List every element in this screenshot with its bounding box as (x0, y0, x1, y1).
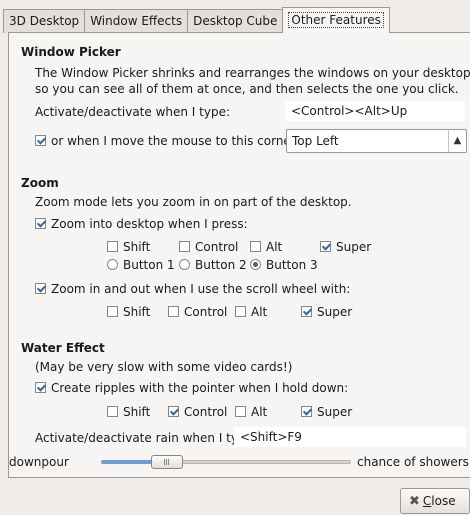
ripples-label: Create ripples with the pointer when I h… (51, 381, 349, 395)
water-alt-label: Alt (251, 405, 268, 419)
rain-activate-label: Activate/deactivate rain when I type: (35, 431, 258, 445)
scroll-alt-label: Alt (251, 305, 268, 319)
ripples-check[interactable] (35, 382, 46, 393)
zoom-button3-radio[interactable]: Button 3 (250, 258, 318, 272)
zoom-alt-checkbox[interactable]: Alt (250, 240, 282, 254)
zoom-alt-label: Alt (266, 240, 283, 254)
zoom-control-label: Control (195, 240, 239, 254)
water-super-check[interactable] (301, 406, 312, 417)
zoom-button1-label: Button 1 (123, 258, 175, 272)
zoom-title: Zoom (21, 176, 59, 190)
tab-other-features-label: Other Features (288, 12, 384, 28)
zoom-button2-radio[interactable]: Button 2 (179, 258, 247, 272)
rain-slider-handle[interactable] (151, 455, 183, 469)
water-super-checkbox[interactable]: Super (301, 405, 352, 419)
mouse-corner-checkbox[interactable]: or when I move the mouse to this corner: (35, 134, 300, 148)
water-effect-note: (May be very slow with some video cards!… (35, 360, 293, 374)
scroll-super-label: Super (317, 305, 353, 319)
zoom-shift-checkbox[interactable]: Shift (107, 240, 150, 254)
scroll-shift-checkbox[interactable]: Shift (107, 305, 150, 319)
zoom-into-label: Zoom into desktop when I press: (51, 217, 248, 231)
corner-select-value: Top Left (292, 134, 339, 148)
window-picker-title: Window Picker (21, 45, 121, 59)
zoom-super-check[interactable] (320, 241, 331, 252)
close-button-label: Close (423, 494, 456, 508)
zoom-button3-label: Button 3 (266, 258, 318, 272)
water-shift-label: Shift (123, 405, 151, 419)
tab-other-features[interactable]: Other Features (282, 7, 390, 33)
water-effect-title: Water Effect (21, 341, 105, 355)
zoom-scroll-check[interactable] (35, 283, 46, 294)
water-alt-check[interactable] (235, 406, 246, 417)
water-alt-checkbox[interactable]: Alt (235, 405, 267, 419)
tab-bar: 3D Desktop Window Effects Desktop Cube O… (3, 7, 390, 33)
updown-arrows-icon: ▲ (448, 130, 466, 152)
scroll-super-checkbox[interactable]: Super (301, 305, 352, 319)
zoom-button2-label: Button 2 (195, 258, 247, 272)
window-picker-desc-line1: The Window Picker shrinks and rearranges… (35, 66, 470, 80)
zoom-control-checkbox[interactable]: Control (179, 240, 238, 254)
zoom-shift-label: Shift (123, 240, 151, 254)
scroll-control-checkbox[interactable]: Control (168, 305, 227, 319)
window-picker-activate-label: Activate/deactivate when I type: (35, 105, 230, 119)
water-super-label: Super (317, 405, 353, 419)
zoom-desc: Zoom mode lets you zoom in on part of th… (35, 195, 352, 209)
mouse-corner-check[interactable] (35, 135, 46, 146)
corner-select[interactable]: Top Left ▲ (286, 129, 467, 153)
tab-3d-desktop[interactable]: 3D Desktop (3, 9, 86, 33)
scroll-control-check[interactable] (168, 306, 179, 317)
zoom-shift-check[interactable] (107, 241, 118, 252)
zoom-super-checkbox[interactable]: Super (320, 240, 371, 254)
zoom-into-check[interactable] (35, 218, 46, 229)
zoom-scroll-checkbox[interactable]: Zoom in and out when I use the scroll wh… (35, 282, 350, 296)
close-rest: lose (431, 494, 456, 508)
rain-slider[interactable] (101, 454, 351, 470)
ripples-checkbox[interactable]: Create ripples with the pointer when I h… (35, 381, 348, 395)
zoom-super-label: Super (336, 240, 372, 254)
zoom-alt-check[interactable] (250, 241, 261, 252)
tab-desktop-cube[interactable]: Desktop Cube (187, 9, 284, 33)
rain-slider-right-label: chance of showers (357, 455, 469, 469)
zoom-scroll-label: Zoom in and out when I use the scroll wh… (51, 282, 351, 296)
water-control-checkbox[interactable]: Control (168, 405, 227, 419)
zoom-button3-radio-dot[interactable] (250, 259, 261, 270)
rain-slider-fill (101, 460, 155, 464)
scroll-alt-check[interactable] (235, 306, 246, 317)
mouse-corner-label: or when I move the mouse to this corner: (51, 134, 300, 148)
scroll-alt-checkbox[interactable]: Alt (235, 305, 267, 319)
tab-panel: Window Picker The Window Picker shrinks … (8, 32, 470, 478)
water-shift-check[interactable] (107, 406, 118, 417)
water-control-label: Control (184, 405, 228, 419)
zoom-control-check[interactable] (179, 241, 190, 252)
scroll-shift-label: Shift (123, 305, 151, 319)
tab-window-effects[interactable]: Window Effects (84, 9, 189, 33)
zoom-button1-radio-dot[interactable] (107, 259, 118, 270)
zoom-button2-radio-dot[interactable] (179, 259, 190, 270)
close-icon: ✖ (409, 494, 420, 509)
scroll-shift-check[interactable] (107, 306, 118, 317)
water-shift-checkbox[interactable]: Shift (107, 405, 150, 419)
water-control-check[interactable] (168, 406, 179, 417)
zoom-button1-radio[interactable]: Button 1 (107, 258, 175, 272)
window-picker-shortcut-field[interactable]: <Control><Alt>Up (285, 101, 465, 121)
close-button[interactable]: ✖ Close (400, 488, 470, 514)
scroll-super-check[interactable] (301, 306, 312, 317)
scroll-control-label: Control (184, 305, 228, 319)
rain-shortcut-field[interactable]: <Shift>F9 (234, 427, 466, 447)
window-picker-desc-line2: so you can see all of them at once, and … (35, 82, 459, 96)
rain-slider-left-label: downpour (9, 455, 69, 469)
zoom-into-checkbox[interactable]: Zoom into desktop when I press: (35, 217, 248, 231)
